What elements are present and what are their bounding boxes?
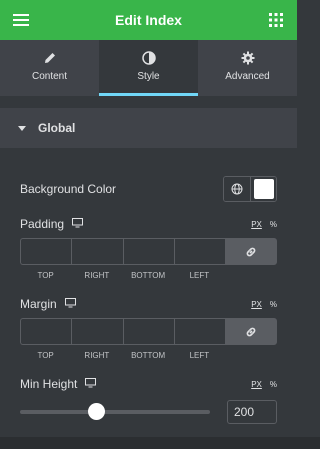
color-swatch[interactable] xyxy=(250,177,276,201)
header-bar: Edit Index xyxy=(0,0,297,40)
slider-handle[interactable] xyxy=(87,403,105,420)
unit-px[interactable]: PX xyxy=(251,380,262,389)
globe-icon[interactable] xyxy=(224,177,250,201)
desktop-icon[interactable] xyxy=(85,377,97,391)
padding-label: Padding xyxy=(20,217,84,231)
contrast-icon xyxy=(141,51,156,65)
tab-bar: Content Style Advanced xyxy=(0,40,297,96)
padding-top-input[interactable] xyxy=(20,238,72,265)
unit-percent[interactable]: % xyxy=(270,300,277,309)
desktop-icon[interactable] xyxy=(72,217,84,231)
margin-inputs xyxy=(20,318,277,345)
link-values-button[interactable] xyxy=(225,238,277,265)
unit-percent[interactable]: % xyxy=(270,380,277,389)
slider-track[interactable] xyxy=(20,403,210,420)
tab-style[interactable]: Style xyxy=(99,40,198,96)
section-global-toggle[interactable]: Global xyxy=(0,108,297,148)
side-label-top: TOP xyxy=(37,351,54,360)
background-color-label: Background Color xyxy=(20,182,117,196)
hamburger-icon[interactable] xyxy=(12,11,30,29)
min-height-input[interactable]: 200 xyxy=(227,400,277,424)
side-label-right: RIGHT xyxy=(84,271,110,280)
margin-top-input[interactable] xyxy=(20,318,72,345)
margin-right-input[interactable] xyxy=(71,318,123,345)
side-label-left: LEFT xyxy=(189,271,210,280)
min-height-label: Min Height xyxy=(20,377,97,391)
min-height-slider-row: 200 xyxy=(20,400,277,424)
panel-footer xyxy=(0,437,320,449)
tab-content-label: Content xyxy=(31,71,68,82)
tab-advanced[interactable]: Advanced xyxy=(198,40,297,96)
side-label-bottom: BOTTOM xyxy=(131,271,166,280)
side-label-right: RIGHT xyxy=(84,351,110,360)
margin-label: Margin xyxy=(20,297,76,311)
padding-bottom-input[interactable] xyxy=(122,238,174,265)
color-swatch-fill xyxy=(253,179,274,199)
spacer xyxy=(0,96,297,108)
unit-px[interactable]: PX xyxy=(251,300,262,309)
padding-right-input[interactable] xyxy=(71,238,123,265)
margin-control: Margin PX % TOP RIGHT BOTTOM LEFT xyxy=(20,296,277,360)
side-label-top: TOP xyxy=(37,271,54,280)
padding-left-input[interactable] xyxy=(173,238,225,265)
unit-switcher: PX % xyxy=(251,300,277,309)
margin-bottom-input[interactable] xyxy=(122,318,174,345)
unit-percent[interactable]: % xyxy=(270,220,277,229)
margin-label-text: Margin xyxy=(20,297,57,311)
tab-style-label: Style xyxy=(137,71,160,82)
side-label-bottom: BOTTOM xyxy=(131,351,166,360)
grid-icon[interactable] xyxy=(267,11,285,29)
min-height-control: Min Height PX % 200 xyxy=(20,376,277,424)
caret-down-icon xyxy=(18,125,26,131)
margin-left-input[interactable] xyxy=(173,318,225,345)
unit-switcher: PX % xyxy=(251,220,277,229)
section-title: Global xyxy=(38,121,76,135)
padding-label-text: Padding xyxy=(20,217,65,231)
unit-px[interactable]: PX xyxy=(251,220,262,229)
unit-switcher: PX % xyxy=(251,380,277,389)
link-values-button[interactable] xyxy=(225,318,277,345)
tab-advanced-label: Advanced xyxy=(225,71,270,82)
desktop-icon[interactable] xyxy=(64,297,76,311)
padding-control: Padding PX % TOP RIGHT BOTTOM LEFT xyxy=(20,216,277,280)
page-title: Edit Index xyxy=(115,12,182,28)
min-height-label-text: Min Height xyxy=(20,377,78,391)
gear-icon xyxy=(241,51,255,65)
background-color-row: Background Color xyxy=(20,176,277,202)
padding-side-labels: TOP RIGHT BOTTOM LEFT xyxy=(20,271,277,280)
pencil-icon xyxy=(43,51,57,65)
margin-side-labels: TOP RIGHT BOTTOM LEFT xyxy=(20,351,277,360)
side-label-left: LEFT xyxy=(189,351,210,360)
color-control xyxy=(223,176,277,202)
style-panel: Background Color Padding PX % TOP RIGHT … xyxy=(0,148,297,438)
padding-inputs xyxy=(20,238,277,265)
tab-content[interactable]: Content xyxy=(0,40,99,96)
